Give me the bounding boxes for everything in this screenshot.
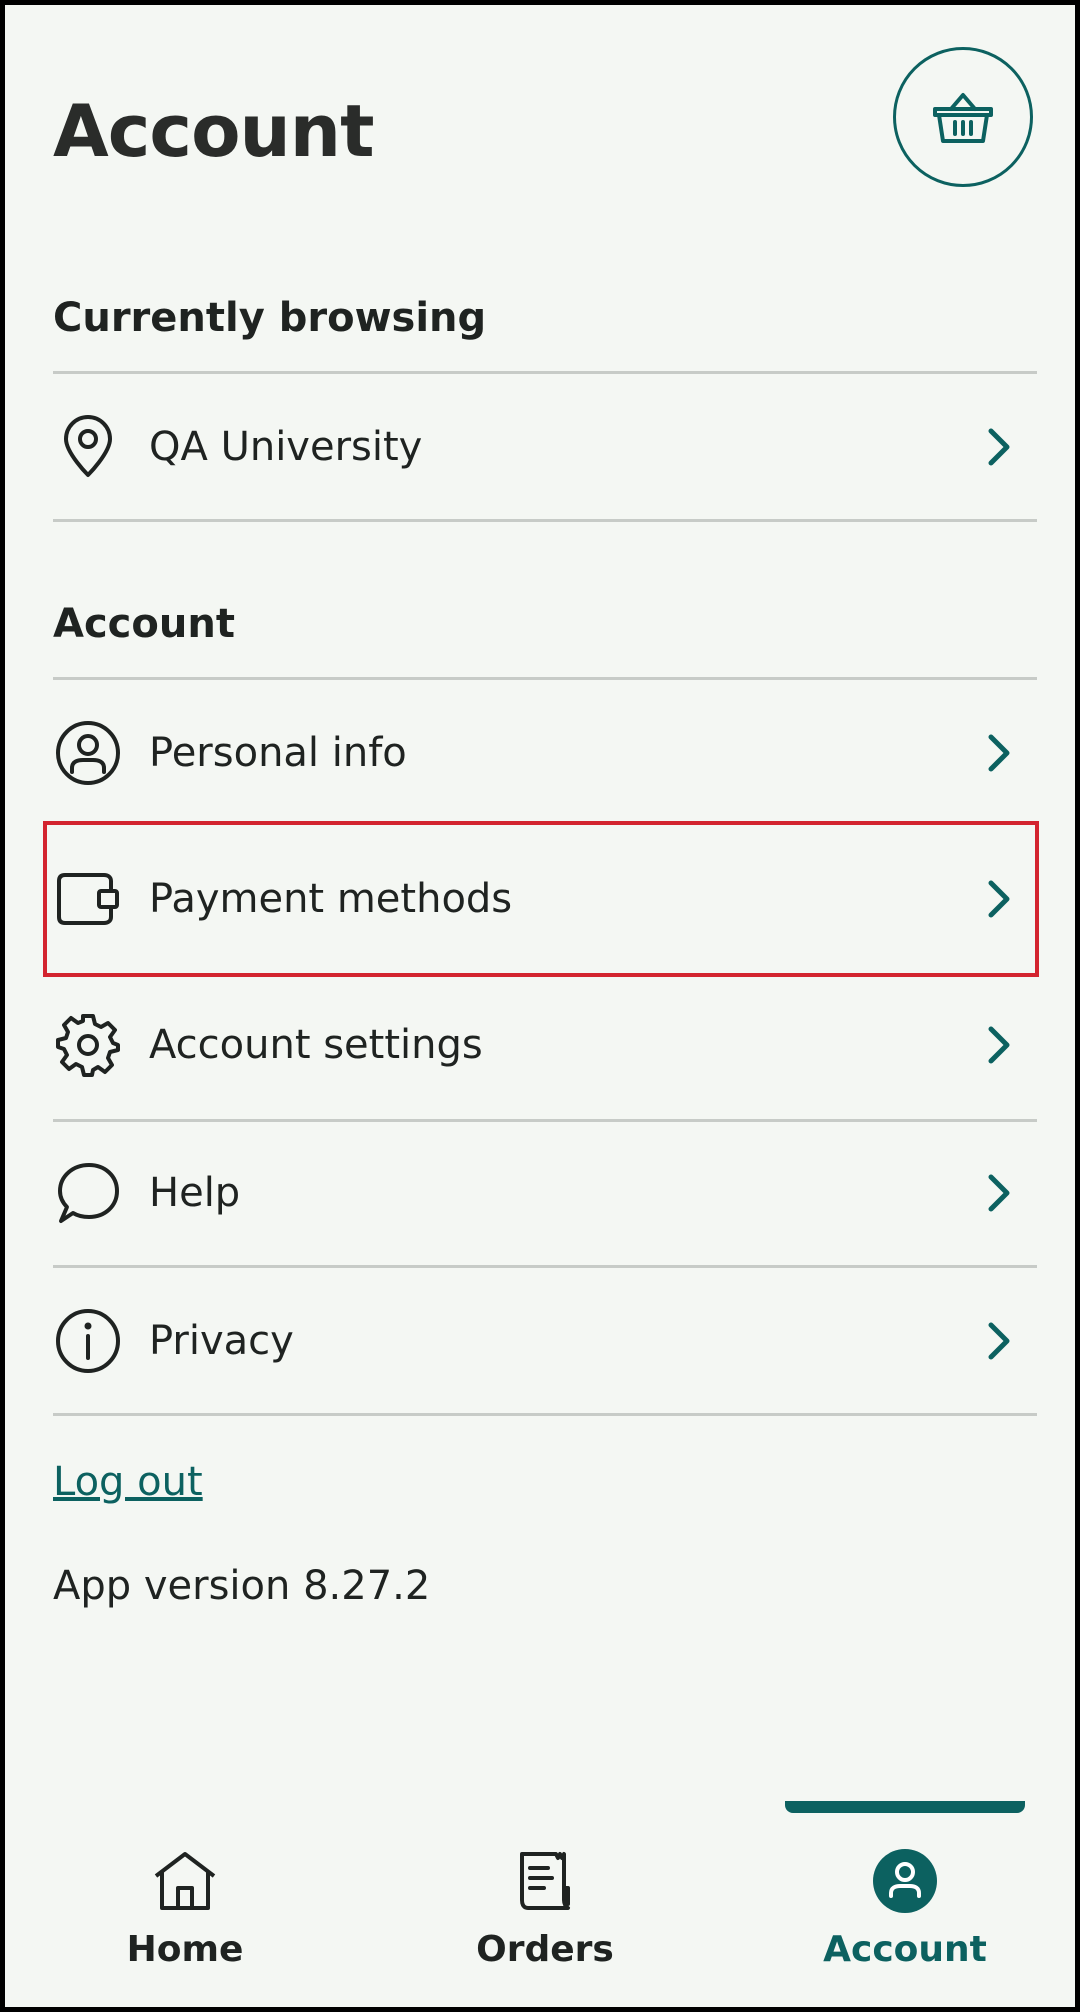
divider (53, 1265, 1037, 1268)
privacy-label: Privacy (149, 1318, 294, 1364)
divider (53, 1413, 1037, 1416)
chevron-right-icon (979, 427, 1019, 467)
help-row[interactable]: Help (53, 1121, 1037, 1265)
cart-button[interactable] (893, 47, 1033, 187)
personal-info-row[interactable]: Personal info (53, 681, 1037, 825)
privacy-row[interactable]: Privacy (53, 1269, 1037, 1413)
personal-info-label: Personal info (149, 730, 407, 776)
chevron-right-icon (979, 1025, 1019, 1065)
basket-icon (933, 93, 993, 143)
tab-account-label: Account (823, 1929, 987, 1970)
location-pin-icon (53, 412, 123, 482)
chevron-right-icon (979, 1321, 1019, 1361)
chevron-right-icon (979, 1173, 1019, 1213)
app-screen: Account Currently browsing QA University (0, 0, 1080, 2012)
page-title: Account (53, 89, 374, 173)
chevron-right-icon (979, 879, 1019, 919)
location-row[interactable]: QA University (53, 375, 1037, 519)
currently-browsing-heading: Currently browsing (53, 295, 487, 341)
divider (53, 677, 1037, 680)
logout-link[interactable]: Log out (53, 1459, 203, 1505)
divider (53, 371, 1037, 374)
tab-home-label: Home (126, 1929, 244, 1970)
home-icon (149, 1845, 221, 1917)
gear-icon (53, 1010, 123, 1080)
payment-methods-row[interactable]: Payment methods (53, 827, 1037, 971)
location-label: QA University (149, 424, 423, 470)
app-version: App version 8.27.2 (53, 1563, 431, 1609)
account-settings-label: Account settings (149, 1022, 483, 1068)
payment-methods-label: Payment methods (149, 876, 513, 922)
chat-bubble-icon (53, 1158, 123, 1228)
user-circle-icon (53, 718, 123, 788)
account-heading: Account (53, 601, 235, 647)
tab-account[interactable]: Account (775, 1845, 1035, 1985)
active-tab-indicator (785, 1801, 1025, 1813)
tab-orders-label: Orders (476, 1929, 614, 1970)
tab-home[interactable]: Home (55, 1845, 315, 1985)
wallet-icon (53, 864, 123, 934)
divider (53, 519, 1037, 522)
receipt-icon (509, 1845, 581, 1917)
help-label: Help (149, 1170, 241, 1216)
account-settings-row[interactable]: Account settings (53, 973, 1037, 1117)
account-icon (869, 1845, 941, 1917)
info-icon (53, 1306, 123, 1376)
chevron-right-icon (979, 733, 1019, 773)
tab-orders[interactable]: Orders (415, 1845, 675, 1985)
